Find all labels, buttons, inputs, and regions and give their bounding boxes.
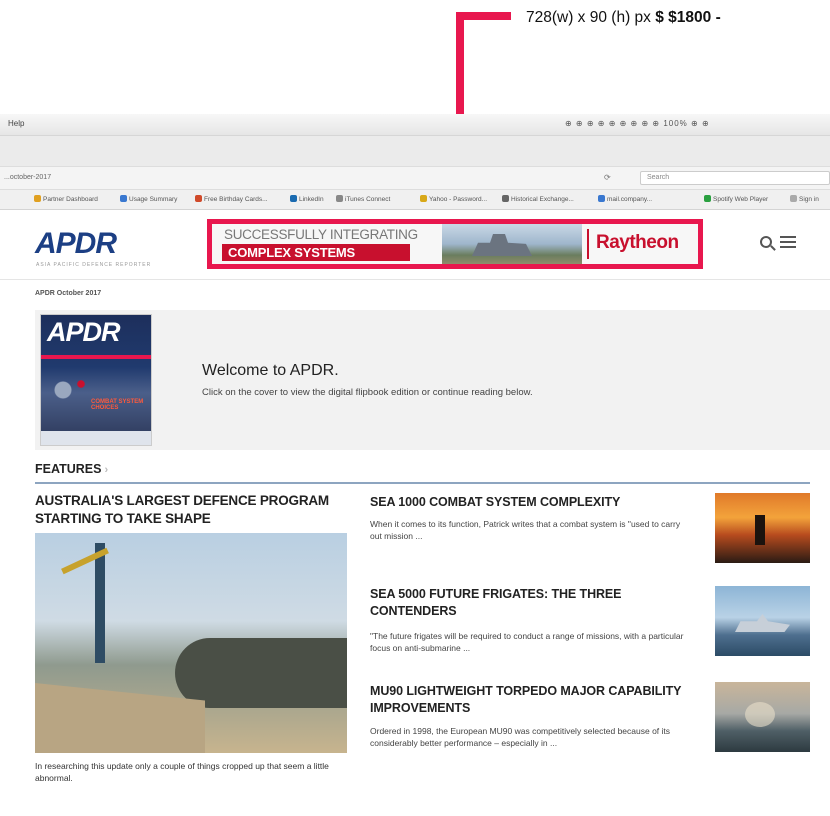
ad-highlight-frame [207, 219, 703, 269]
site-logo[interactable]: APDR [35, 227, 117, 261]
chevron-right-icon: › [104, 464, 109, 476]
article-title[interactable]: MU90 LIGHTWEIGHT TORPEDO MAJOR CAPABILIT… [370, 683, 690, 717]
browser-search-input[interactable]: Search [640, 171, 830, 185]
ad-size-annotation: 728(w) x 90 (h) px $ $1800 - [526, 9, 721, 27]
cover-footer [41, 431, 151, 445]
browser-search-placeholder: Search [647, 174, 670, 181]
features-divider [35, 482, 810, 484]
article-title[interactable]: SEA 5000 FUTURE FRIGATES: THE THREE CONT… [370, 586, 690, 620]
bookmarks-bar: Partner Dashboard Usage Summary Free Bir… [0, 190, 830, 210]
welcome-text: Click on the cover to view the digital f… [202, 387, 533, 398]
article-thumbnail[interactable] [715, 493, 810, 563]
bookmark-item[interactable]: Yahoo - Password... [420, 195, 487, 203]
lead-article-summary: In researching this update only a couple… [35, 761, 329, 783]
submarine-graphic [175, 638, 347, 708]
system-tray-icons: ⊕ ⊕ ⊕ ⊕ ⊕ ⊕ ⊕ ⊕ ⊕ 100% ⊕ ⊕ [565, 119, 710, 128]
lead-article-image[interactable] [35, 533, 347, 753]
browser-chrome: Help ⊕ ⊕ ⊕ ⊕ ⊕ ⊕ ⊕ ⊕ ⊕ 100% ⊕ ⊕ ...octob… [0, 114, 830, 210]
cover-band [41, 355, 151, 359]
features-heading-label: FEATURES [35, 462, 102, 476]
url-text[interactable]: ...october-2017 [4, 174, 51, 181]
hamburger-menu-icon[interactable] [780, 236, 796, 249]
welcome-title: Welcome to APDR. [202, 362, 339, 379]
bookmark-item[interactable]: Sign in [790, 195, 819, 203]
welcome-panel [35, 310, 830, 450]
site-logo-tagline: ASIA PACIFIC DEFENCE REPORTER [36, 262, 152, 268]
reload-icon[interactable]: ⟳ [604, 173, 611, 182]
bookmark-item[interactable]: Free Birthday Cards... [195, 195, 268, 203]
magazine-cover[interactable]: APDR COMBAT SYSTEM CHOICES [40, 314, 152, 446]
bookmark-item[interactable]: Spotify Web Player [704, 195, 768, 203]
menu-help[interactable]: Help [8, 119, 24, 128]
article-thumbnail[interactable] [715, 586, 810, 656]
menu-bar: Help ⊕ ⊕ ⊕ ⊕ ⊕ ⊕ ⊕ ⊕ ⊕ 100% ⊕ ⊕ [0, 114, 830, 136]
address-bar[interactable]: ...october-2017 ⟳ Search [0, 166, 830, 190]
callout-connector-horizontal [456, 12, 511, 20]
bookmark-item[interactable]: Historical Exchange... [502, 195, 574, 203]
bookmark-item[interactable]: mail.company... [598, 195, 652, 203]
ad-price-text: $ $1800 - [655, 9, 721, 26]
bookmark-item[interactable]: iTunes Connect [336, 195, 390, 203]
crane-graphic [95, 543, 105, 663]
dock-graphic [35, 683, 205, 753]
bookmark-item[interactable]: Usage Summary [120, 195, 177, 203]
lead-article-title[interactable]: AUSTRALIA'S LARGEST DEFENCE PROGRAM STAR… [35, 492, 340, 528]
cover-logo: APDR [47, 317, 121, 347]
article-title[interactable]: SEA 1000 COMBAT SYSTEM COMPLEXITY [370, 494, 690, 511]
tab-strip [0, 136, 830, 166]
article-summary: "The future frigates will be required to… [370, 631, 684, 653]
bookmark-item[interactable]: Partner Dashboard [34, 195, 98, 203]
features-heading[interactable]: FEATURES › [35, 462, 108, 476]
search-icon[interactable] [760, 236, 772, 248]
article-thumbnail[interactable] [715, 682, 810, 752]
bookmark-item[interactable]: LinkedIn [290, 195, 324, 203]
article-summary: Ordered in 1998, the European MU90 was c… [370, 726, 671, 748]
cover-headline: COMBAT SYSTEM CHOICES [91, 399, 144, 411]
article-summary: When it comes to its function, Patrick w… [370, 519, 681, 541]
issue-label: APDR October 2017 [35, 290, 102, 297]
ad-size-text: 728(w) x 90 (h) px [526, 9, 651, 26]
